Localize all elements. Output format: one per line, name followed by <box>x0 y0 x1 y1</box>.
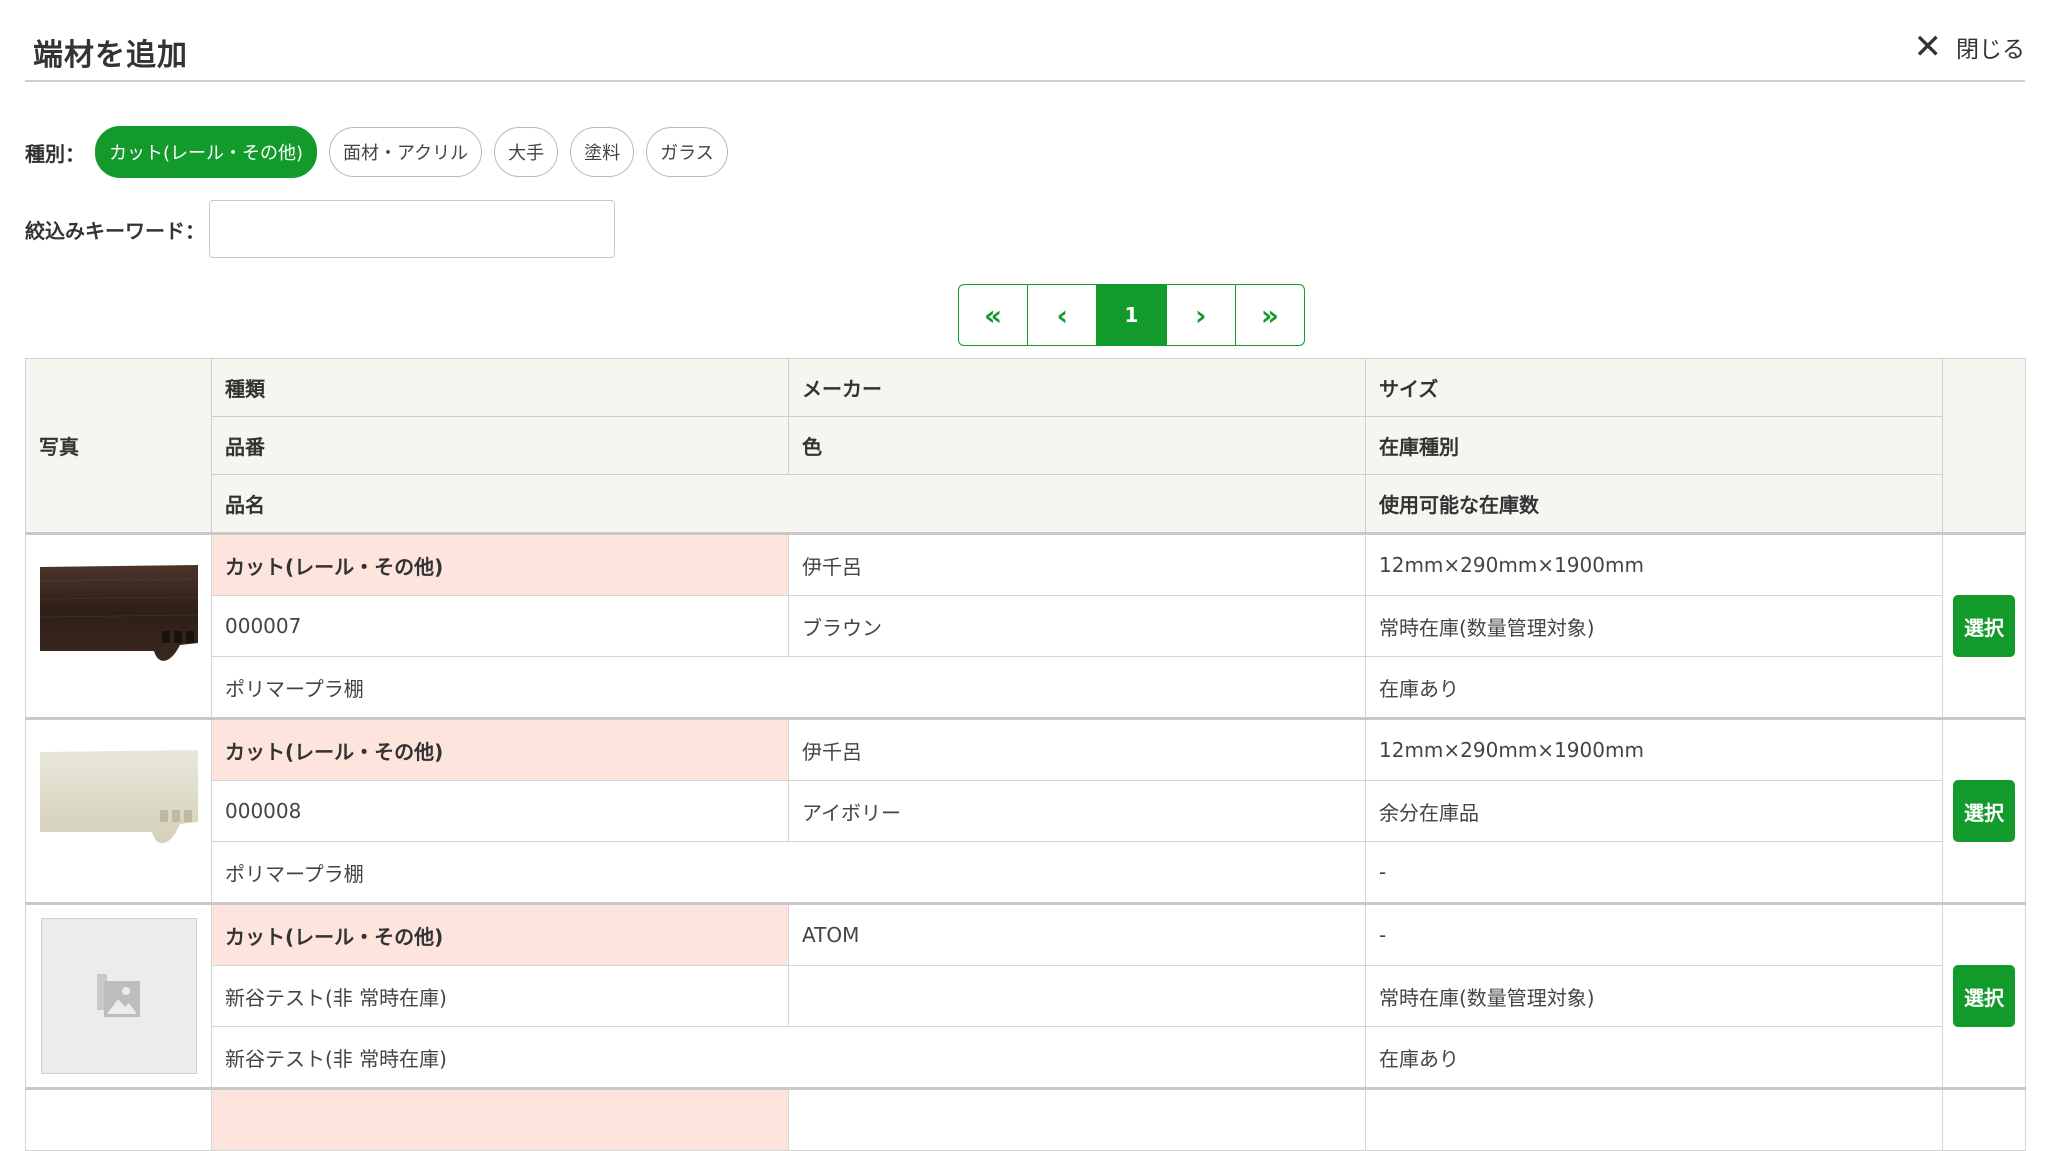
table-row: 000007 ブラウン 常時在庫(数量管理対象) <box>26 595 2026 657</box>
image-placeholder-icon <box>96 974 140 1017</box>
cell-stock-type: 常時在庫(数量管理対象) <box>1365 965 1943 1027</box>
modal-title: 端材を追加 <box>33 38 188 73</box>
table-row: 000008 アイボリー 余分在庫品 <box>26 780 2026 842</box>
header-available: 使用可能な在庫数 <box>1365 474 1943 534</box>
select-cell <box>1942 1087 2026 1151</box>
cell-size: - <box>1365 902 1943 966</box>
cell-size: 12mm×290mm×1900mm <box>1365 532 1943 596</box>
select-button[interactable]: 選択 <box>1953 780 2015 842</box>
select-cell: 選択 <box>1942 717 2026 904</box>
header-color: 色 <box>788 416 1366 475</box>
table-row: カット(レール・その他) 伊千呂 12mm×290mm×1900mm 選択 <box>25 532 2026 719</box>
header-kind: 種類 <box>211 358 789 417</box>
select-button[interactable]: 選択 <box>1953 595 2015 657</box>
table-row: カット(レール・その他) 伊千呂 12mm×290mm×1900mm 選択 <box>25 717 2026 904</box>
table-row: カット(レール・その他) ATOM - 選択 <box>25 902 2026 1089</box>
table-row: 新谷テスト(非 常時在庫) 在庫あり <box>26 1026 2026 1089</box>
type-filter-row: 種別： カット(レール・その他) 面材・アクリル 大手 塗料 ガラス <box>25 125 740 179</box>
type-chip-panel-acrylic[interactable]: 面材・アクリル <box>329 127 483 177</box>
offcut-table: 写真 種類 メーカー サイズ 品番 色 在庫種別 品名 使用可能な在庫数 カット… <box>25 358 2026 1151</box>
type-chip-glass[interactable]: ガラス <box>646 127 728 177</box>
close-label[interactable]: 閉じる <box>1956 30 2025 64</box>
modal-header: 端材を追加 ✕ 閉じる <box>25 0 2025 82</box>
cell-maker: ATOM <box>788 902 1366 966</box>
cell-part-no: 000008 <box>211 780 789 842</box>
photo-cell <box>25 902 212 1089</box>
cell-stock-type: 常時在庫(数量管理対象) <box>1365 595 1943 657</box>
keyword-filter-row: 絞込みキーワード： <box>25 199 615 259</box>
type-chip-paint[interactable]: 塗料 <box>570 127 635 177</box>
close-icon[interactable]: ✕ <box>1914 30 1943 64</box>
cell-size <box>1365 1087 1943 1151</box>
cell-color: アイボリー <box>788 780 1366 842</box>
header-part-no: 品番 <box>211 416 789 475</box>
add-offcut-modal: 端材を追加 ✕ 閉じる 種別： カット(レール・その他) 面材・アクリル 大手 … <box>25 0 2026 1151</box>
cell-kind: カット(レール・その他) <box>211 717 789 781</box>
cell-size: 12mm×290mm×1900mm <box>1365 717 1943 781</box>
table-row: 新谷テスト(非 常時在庫) 常時在庫(数量管理対象) <box>26 965 2026 1027</box>
prev-page-button[interactable]: ‹ <box>1028 285 1098 345</box>
cell-color <box>788 965 1366 1027</box>
image-placeholder <box>40 918 197 1074</box>
select-button[interactable]: 選択 <box>1953 965 2015 1027</box>
header-action <box>1942 358 2026 534</box>
keyword-input[interactable] <box>209 200 615 258</box>
header-maker: メーカー <box>788 358 1366 417</box>
type-chip-cut[interactable]: カット(レール・その他) <box>95 126 318 178</box>
photo-cell <box>25 1087 212 1151</box>
next-page-button[interactable]: › <box>1167 285 1236 345</box>
brown-shelf-image <box>39 547 198 705</box>
ivory-shelf-image <box>39 732 198 890</box>
cell-maker <box>788 1087 1366 1151</box>
header-stock-type: 在庫種別 <box>1365 416 1943 475</box>
cell-kind <box>211 1087 789 1151</box>
first-page-button[interactable]: « <box>959 285 1029 345</box>
photo-cell <box>25 717 212 904</box>
cell-color: ブラウン <box>788 595 1366 657</box>
cell-name: ポリマープラ棚 <box>211 656 1366 719</box>
header-photo: 写真 <box>25 358 212 534</box>
type-filter-label: 種別： <box>25 141 85 166</box>
cell-stock-type: 余分在庫品 <box>1365 780 1943 842</box>
table-row: ポリマープラ棚 在庫あり <box>26 656 2026 719</box>
cell-name: ポリマープラ棚 <box>211 841 1366 904</box>
photo-cell <box>25 532 212 719</box>
cell-kind: カット(レール・その他) <box>211 902 789 966</box>
cell-available: - <box>1365 841 1943 904</box>
header-name: 品名 <box>211 474 1366 534</box>
cell-available: 在庫あり <box>1365 656 1943 719</box>
close-button[interactable]: ✕ 閉じる <box>1914 30 2026 64</box>
cell-part-no: 000007 <box>211 595 789 657</box>
table-row: ポリマープラ棚 - <box>26 841 2026 904</box>
header-size: サイズ <box>1365 358 1943 417</box>
select-cell: 選択 <box>1942 532 2026 719</box>
cell-kind: カット(レール・その他) <box>211 532 789 596</box>
type-chip-major[interactable]: 大手 <box>494 127 559 177</box>
cell-maker: 伊千呂 <box>788 717 1366 781</box>
pagination: « ‹ 1 › » <box>958 284 1305 346</box>
cell-available: 在庫あり <box>1365 1026 1943 1089</box>
cell-maker: 伊千呂 <box>788 532 1366 596</box>
table-row <box>25 1087 2026 1151</box>
select-cell: 選択 <box>1942 902 2026 1089</box>
current-page-button[interactable]: 1 <box>1097 285 1167 345</box>
keyword-label: 絞込みキーワード： <box>25 218 205 243</box>
cell-part-no: 新谷テスト(非 常時在庫) <box>211 965 789 1027</box>
last-page-button[interactable]: » <box>1236 285 1304 345</box>
cell-name: 新谷テスト(非 常時在庫) <box>211 1026 1366 1089</box>
